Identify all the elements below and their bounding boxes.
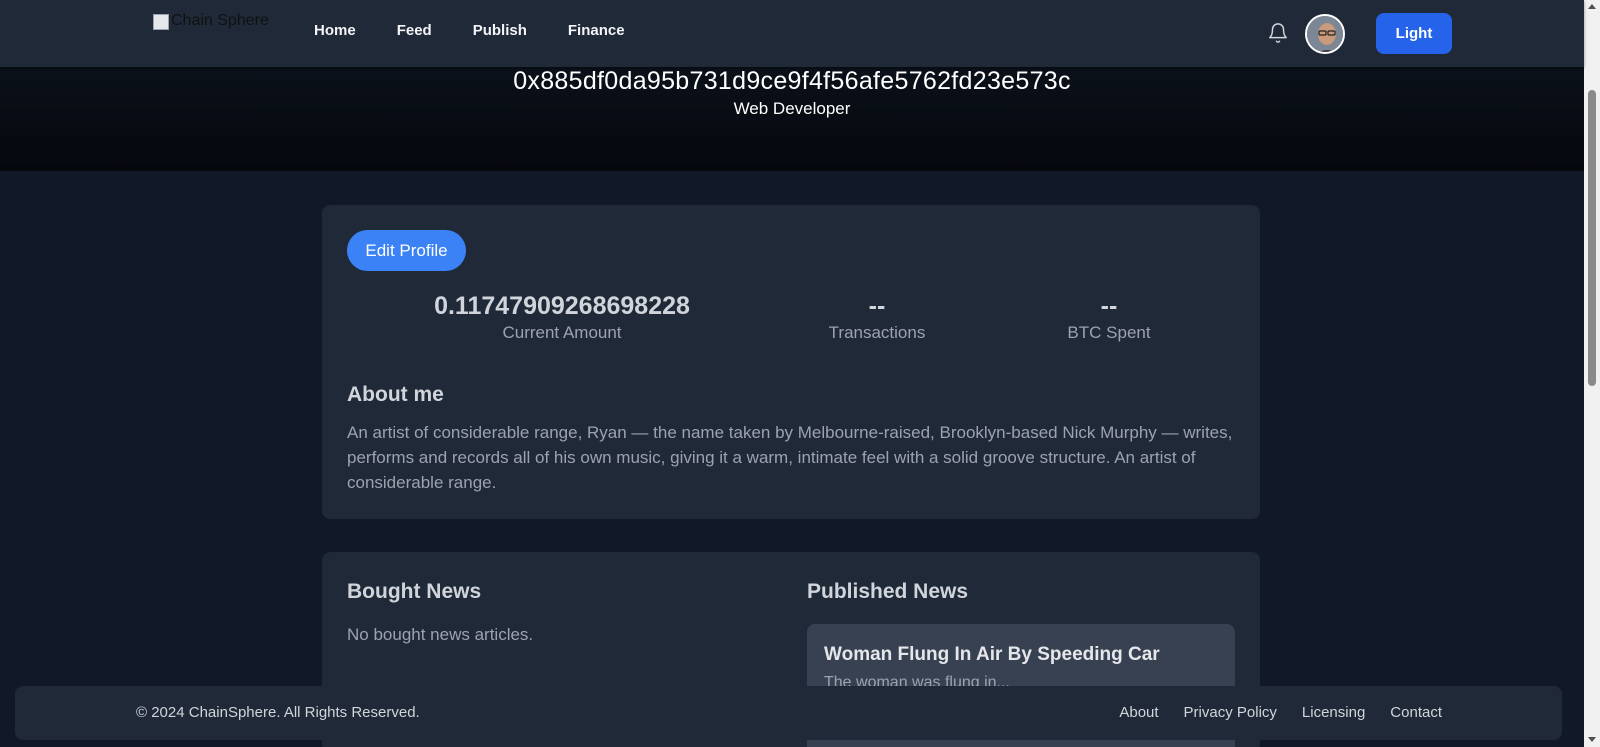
theme-toggle-button[interactable]: Light (1376, 13, 1452, 54)
footer-link-licensing[interactable]: Licensing (1302, 704, 1365, 721)
avatar[interactable] (1305, 14, 1345, 54)
profile-card: Edit Profile 0.11747909268698228 Current… (322, 205, 1260, 519)
bell-icon[interactable] (1267, 21, 1289, 45)
stat-label: Transactions (828, 323, 926, 342)
footer-link-about[interactable]: About (1119, 704, 1158, 721)
user-role: Web Developer (733, 99, 851, 118)
bought-news-title: Bought News (347, 580, 482, 603)
scrollbar-thumb[interactable] (1588, 90, 1596, 386)
stat-transactions: -- Transactions (802, 291, 952, 343)
scroll-down-arrow-icon[interactable] (1588, 737, 1596, 742)
stat-label: BTC Spent (1067, 323, 1151, 342)
article-title: Woman Flung In Air By Speeding Car (824, 644, 1160, 665)
logo[interactable]: Chain Sphere (153, 12, 269, 38)
stat-label: Current Amount (502, 323, 622, 342)
scroll-up-arrow-icon[interactable] (1588, 4, 1596, 9)
footer-link-contact[interactable]: Contact (1390, 704, 1442, 721)
stat-btc-spent: -- BTC Spent (1034, 291, 1184, 343)
published-article[interactable] (807, 740, 1235, 747)
nav-links: Home Feed Publish Finance (314, 22, 666, 39)
profile-hero: 0x885df0da95b731d9ce9f4f56afe5762fd23e57… (0, 67, 1584, 171)
nav-link-publish[interactable]: Publish (473, 22, 527, 39)
published-news-title: Published News (807, 580, 969, 603)
footer-link-privacy[interactable]: Privacy Policy (1184, 704, 1277, 721)
top-navbar: Chain Sphere Home Feed Publish Finance L… (0, 0, 1584, 67)
broken-image-icon (153, 14, 169, 30)
stat-value: -- (1100, 292, 1118, 320)
about-title: About me (347, 383, 444, 406)
page-scrollbar[interactable] (1584, 0, 1600, 747)
wallet-address: 0x885df0da95b731d9ce9f4f56afe5762fd23e57… (513, 67, 1071, 95)
stat-current-amount: 0.11747909268698228 Current Amount (412, 291, 712, 343)
copyright-text: © 2024 ChainSphere. All Rights Reserved. (136, 704, 420, 721)
edit-profile-button[interactable]: Edit Profile (347, 230, 466, 271)
nav-link-feed[interactable]: Feed (397, 22, 432, 39)
footer-links: About Privacy Policy Licensing Contact (1094, 704, 1442, 721)
footer: © 2024 ChainSphere. All Rights Reserved.… (15, 686, 1562, 740)
stat-value: -- (868, 292, 886, 320)
nav-link-finance[interactable]: Finance (568, 22, 625, 39)
logo-alt-text: Chain Sphere (171, 12, 269, 29)
about-text: An artist of considerable range, Ryan — … (347, 423, 1233, 492)
nav-link-home[interactable]: Home (314, 22, 356, 39)
stat-value: 0.11747909268698228 (434, 292, 690, 320)
bought-news-empty: No bought news articles. (347, 625, 534, 644)
